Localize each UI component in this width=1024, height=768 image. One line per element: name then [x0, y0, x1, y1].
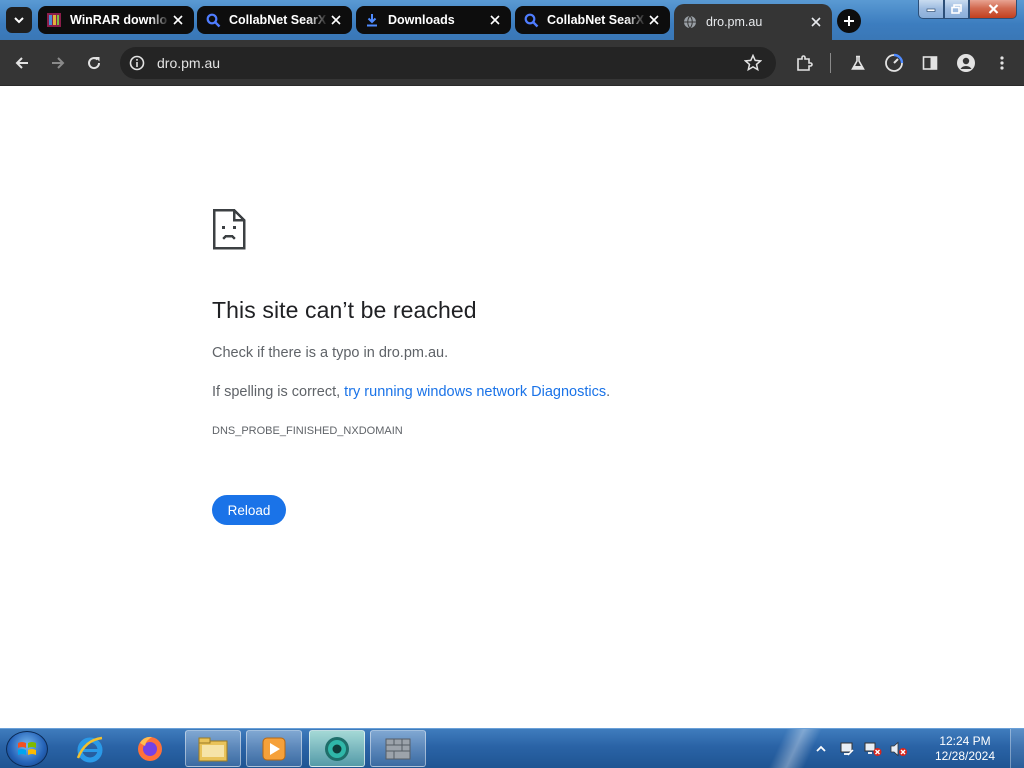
chevron-up-icon	[816, 745, 826, 752]
action-center-icon	[840, 742, 854, 756]
browser-toolbar: dro.pm.au	[0, 40, 1024, 86]
tab-title: WinRAR downlo	[70, 13, 168, 27]
minimize-button[interactable]	[918, 0, 944, 19]
chrome-icon	[325, 736, 349, 761]
arrow-right-icon	[52, 57, 65, 69]
close-icon[interactable]	[170, 12, 186, 28]
flask-icon	[851, 55, 865, 70]
reload-toolbar-button[interactable]	[82, 51, 106, 75]
performance-button[interactable]	[882, 51, 906, 75]
internet-explorer-icon	[76, 736, 103, 762]
tab-title: CollabNet SearX	[547, 13, 645, 27]
volume-muted-icon	[890, 741, 907, 757]
diagnostics-hint: If spelling is correct, try running wind…	[212, 384, 610, 400]
more-vertical-icon	[1000, 56, 1004, 70]
firefox-icon	[138, 736, 162, 761]
page-content: This site can’t be reached Check if ther…	[0, 87, 1024, 728]
typo-hint: Check if there is a typo in dro.pm.au.	[212, 345, 449, 361]
show-desktop-button[interactable]	[1010, 729, 1024, 768]
sad-document-icon	[212, 208, 246, 250]
new-tab-button[interactable]	[837, 9, 861, 33]
forward-button[interactable]	[46, 51, 70, 75]
taskbar-firefox[interactable]	[122, 730, 178, 767]
action-center-tray-button[interactable]	[836, 738, 858, 760]
close-icon[interactable]	[646, 12, 662, 28]
tab-downloads[interactable]: Downloads	[356, 6, 511, 34]
media-player-icon	[262, 737, 286, 760]
search-icon	[523, 12, 539, 28]
info-icon[interactable]	[129, 55, 145, 71]
close-icon	[988, 4, 998, 14]
clock-date: 12/28/2024	[934, 749, 996, 763]
winrar-icon	[46, 12, 62, 28]
back-button[interactable]	[10, 51, 34, 75]
plus-icon	[844, 16, 854, 26]
network-disconnected-icon	[864, 742, 882, 756]
diagnostics-link[interactable]: try running windows network Diagnostics	[344, 384, 606, 400]
globe-icon	[682, 14, 698, 30]
avatar-icon	[957, 54, 975, 72]
tab-winrar[interactable]: WinRAR downlo	[38, 6, 194, 34]
error-code: DNS_PROBE_FINISHED_NXDOMAIN	[212, 425, 403, 437]
close-icon[interactable]	[487, 12, 503, 28]
restore-icon	[951, 4, 962, 14]
taskbar-internet-explorer[interactable]	[62, 730, 118, 767]
close-icon[interactable]	[808, 14, 824, 30]
diagnostics-hint-suffix: .	[606, 384, 611, 400]
diagnostics-hint-prefix: If spelling is correct,	[212, 384, 345, 400]
taskbar: 12:24 PM 12/28/2024	[0, 728, 1024, 768]
reload-button[interactable]: Reload	[212, 495, 286, 525]
side-panel-icon	[922, 56, 938, 70]
window-close-button[interactable]	[969, 0, 1017, 19]
address-bar[interactable]: dro.pm.au	[120, 47, 776, 79]
tab-title: Downloads	[388, 13, 455, 27]
system-tray: 12:24 PM 12/28/2024	[810, 729, 1024, 768]
tab-strip: WinRAR downlo CollabNet SearX Downloads …	[0, 0, 1024, 40]
search-icon	[205, 12, 221, 28]
file-explorer-icon	[198, 737, 228, 761]
menu-button[interactable]	[990, 51, 1014, 75]
tab-title: CollabNet SearX	[229, 13, 327, 27]
profile-button[interactable]	[954, 51, 978, 75]
refresh-icon	[88, 57, 101, 70]
tab-dro-pm-au[interactable]: dro.pm.au	[674, 4, 832, 40]
taskbar-file-explorer[interactable]	[185, 730, 241, 767]
windows-logo-icon	[18, 742, 36, 755]
url-text[interactable]: dro.pm.au	[157, 55, 220, 71]
labs-button[interactable]	[846, 51, 870, 75]
error-title: This site can’t be reached	[212, 297, 477, 323]
speed-gauge-icon	[885, 53, 904, 72]
clock-time: 12:24 PM	[939, 734, 991, 748]
bookmark-star-icon[interactable]	[744, 54, 762, 72]
restore-button[interactable]	[944, 0, 969, 19]
puzzle-icon	[797, 55, 813, 71]
volume-tray-button[interactable]	[888, 738, 910, 760]
side-panel-button[interactable]	[918, 51, 942, 75]
window-controls	[918, 0, 1017, 19]
show-hidden-icons-button[interactable]	[810, 738, 832, 760]
toolbar-divider	[830, 53, 831, 73]
firewall-icon	[385, 738, 411, 759]
extensions-button[interactable]	[792, 51, 816, 75]
start-button[interactable]	[6, 731, 48, 767]
taskbar-media-player[interactable]	[246, 730, 302, 767]
taskbar-browser[interactable]	[309, 730, 365, 767]
taskbar-firewall[interactable]	[370, 730, 426, 767]
tab-title: dro.pm.au	[706, 15, 763, 29]
tab-collabnet-searx-1[interactable]: CollabNet SearX	[197, 6, 352, 34]
chevron-down-icon	[14, 17, 24, 24]
arrow-left-icon	[15, 57, 28, 69]
minimize-icon	[926, 8, 936, 12]
network-tray-button[interactable]	[862, 738, 884, 760]
download-icon	[364, 12, 380, 28]
taskbar-clock[interactable]: 12:24 PM 12/28/2024	[920, 734, 1010, 764]
tab-collabnet-searx-2[interactable]: CollabNet SearX	[515, 6, 670, 34]
tab-search-button[interactable]	[6, 7, 32, 33]
close-icon[interactable]	[328, 12, 344, 28]
